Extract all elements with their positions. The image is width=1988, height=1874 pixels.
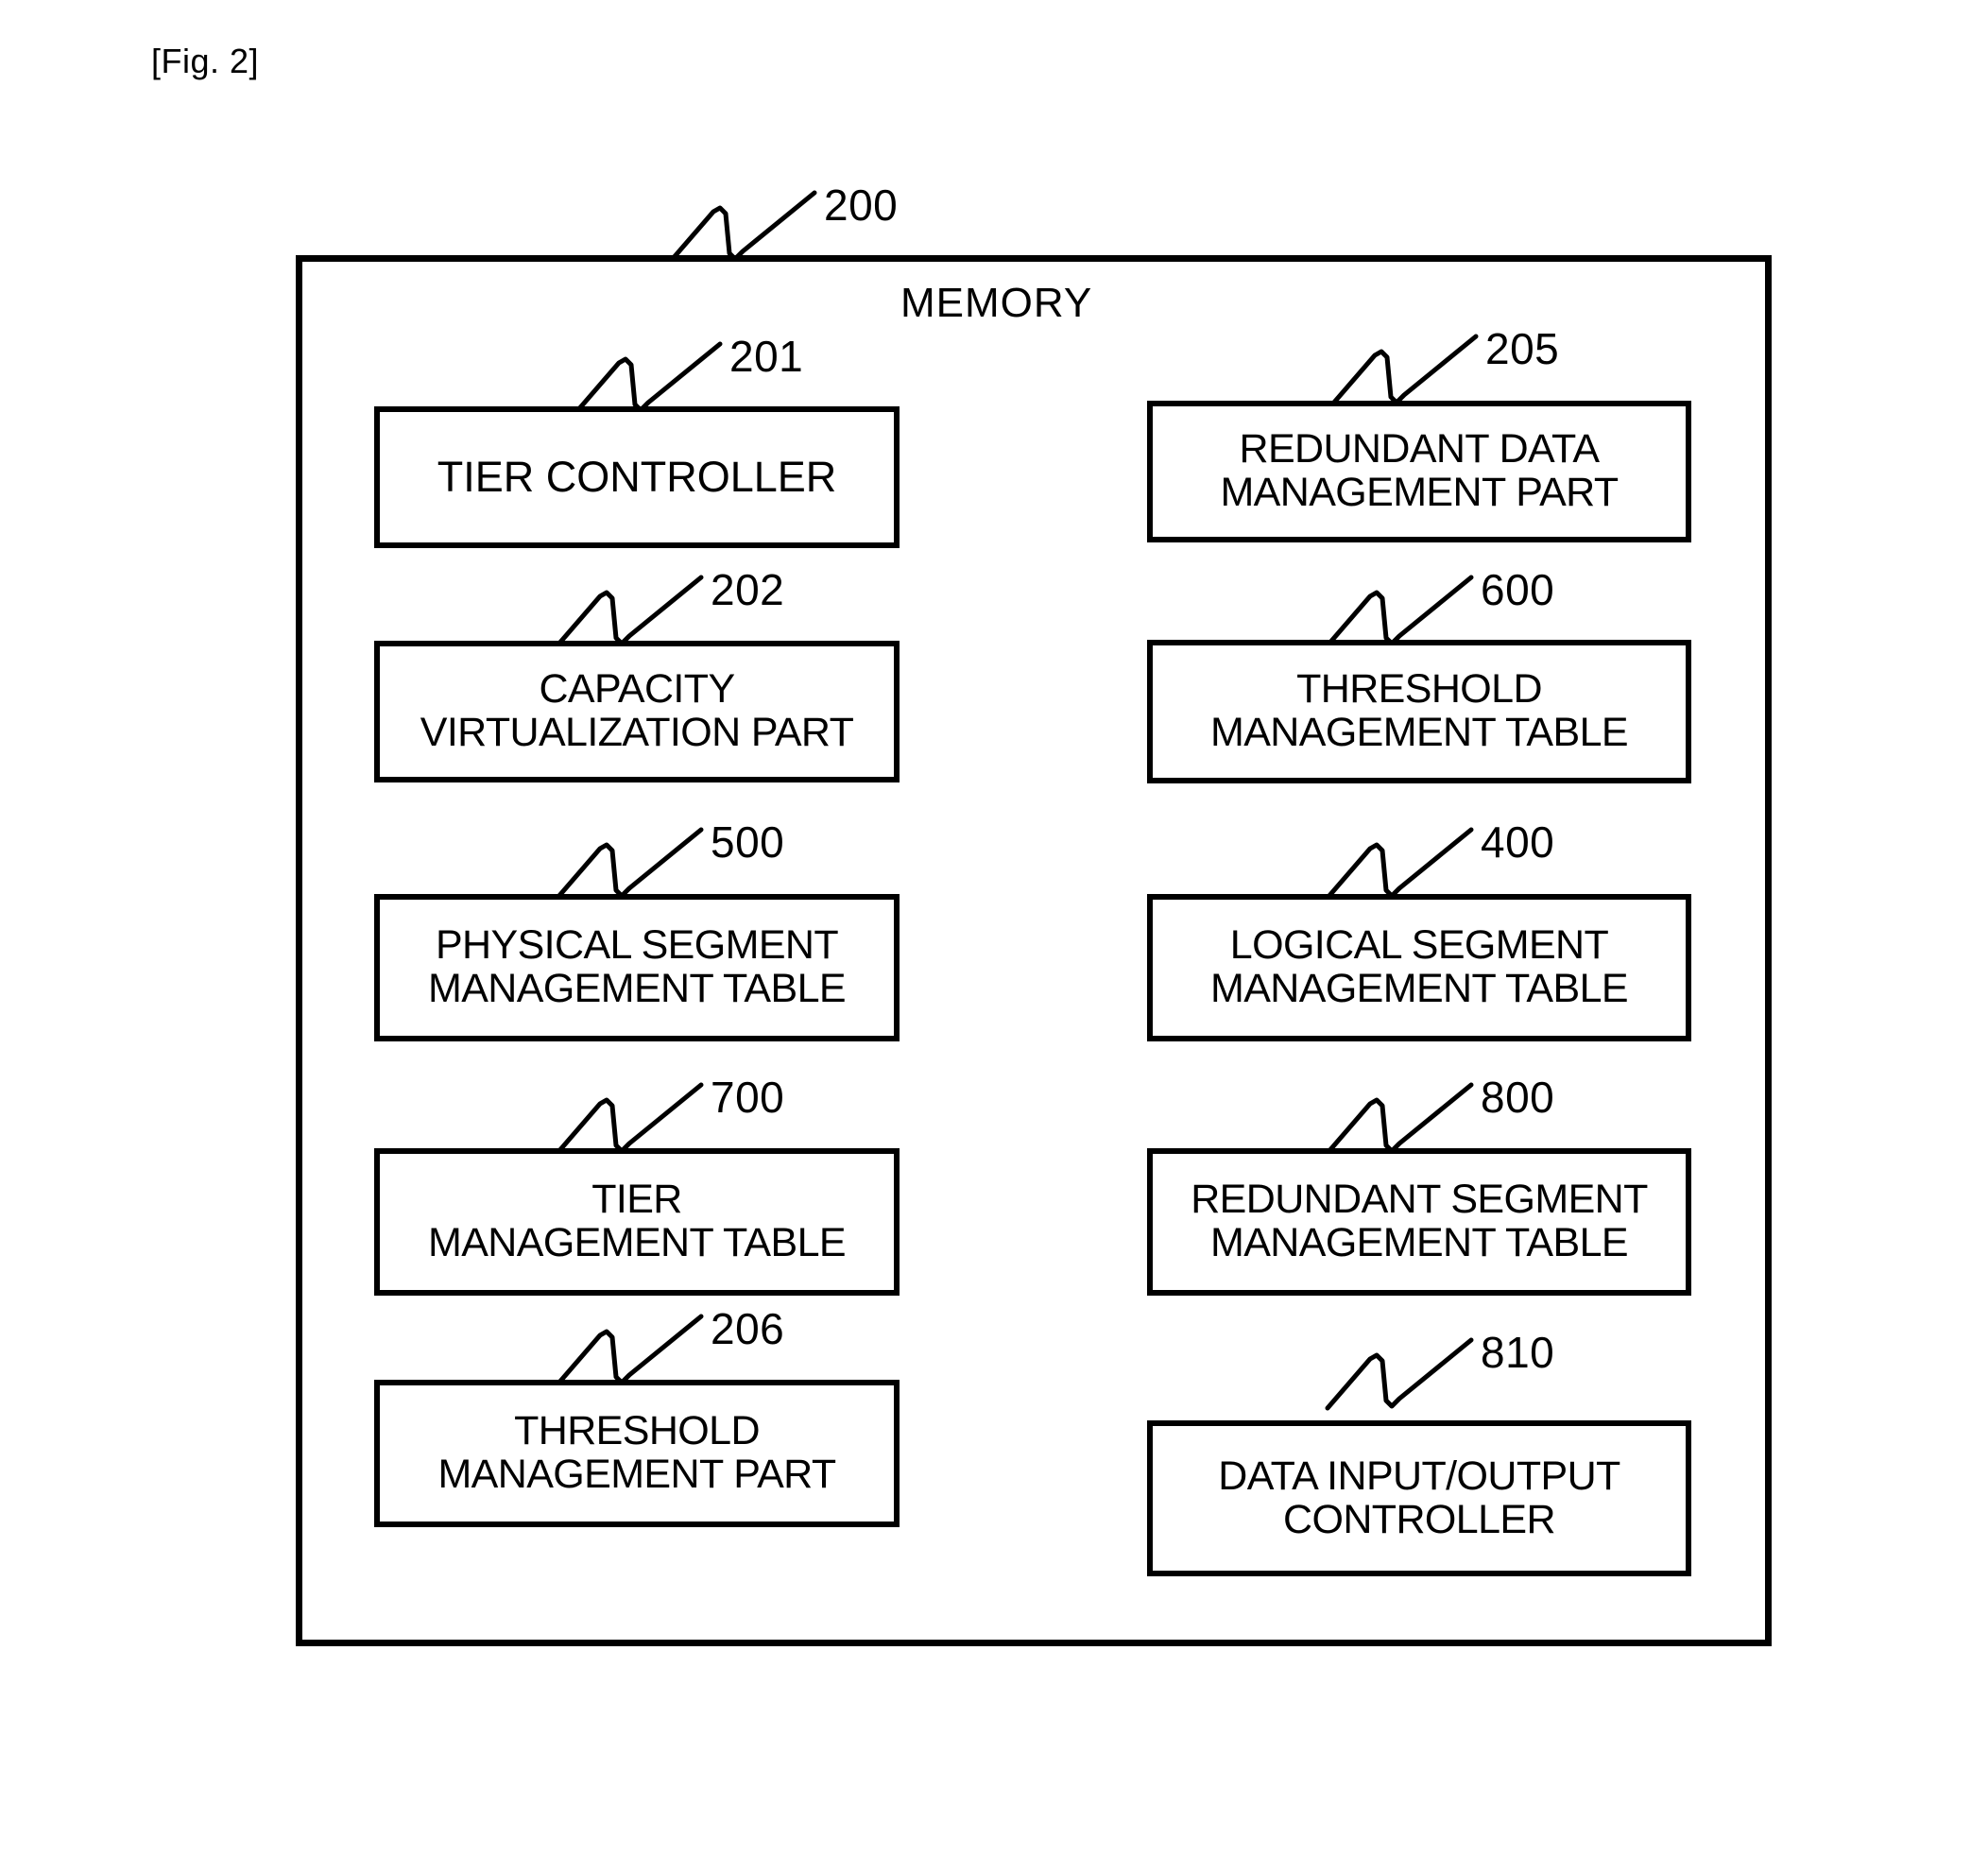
figure-label: [Fig. 2] bbox=[151, 42, 260, 80]
box-label-line-1: TIER bbox=[591, 1177, 682, 1223]
box-label-line-2: VIRTUALIZATION PART bbox=[420, 710, 854, 755]
box-label-line-2: MANAGEMENT PART bbox=[437, 1452, 836, 1497]
box-redundant-segment-management-table[interactable]: REDUNDANT SEGMENT MANAGEMENT TABLE bbox=[1147, 1148, 1691, 1296]
box-label-line-2: MANAGEMENT TABLE bbox=[427, 1220, 847, 1265]
box-label-line-1: REDUNDANT DATA bbox=[1239, 426, 1600, 473]
box-label-line-2: MANAGEMENT TABLE bbox=[1209, 966, 1629, 1011]
box-capacity-virtualization-part[interactable]: CAPACITY VIRTUALIZATION PART bbox=[374, 641, 900, 782]
box-physical-segment-management-table[interactable]: PHYSICAL SEGMENT MANAGEMENT TABLE bbox=[374, 894, 900, 1041]
box-threshold-management-table[interactable]: THRESHOLD MANAGEMENT TABLE bbox=[1147, 640, 1691, 783]
box-tier-controller[interactable]: TIER CONTROLLER bbox=[374, 406, 900, 548]
box-label-line-1: DATA INPUT/OUTPUT bbox=[1218, 1453, 1620, 1499]
box-tier-management-table[interactable]: TIER MANAGEMENT TABLE bbox=[374, 1148, 900, 1296]
figure-page: [Fig. 2] 200 MEMORY 201 TIER CONTROLLER … bbox=[0, 0, 1988, 1874]
memory-title: MEMORY bbox=[900, 280, 1093, 326]
box-threshold-management-part[interactable]: THRESHOLD MANAGEMENT PART bbox=[374, 1380, 900, 1527]
reference-number-200: 200 bbox=[824, 181, 899, 230]
box-label-line-1: TIER CONTROLLER bbox=[437, 453, 837, 502]
box-label-line-2: CONTROLLER bbox=[1283, 1496, 1555, 1542]
box-label-line-1: REDUNDANT SEGMENT bbox=[1191, 1177, 1648, 1223]
box-label-line-2: MANAGEMENT TABLE bbox=[427, 966, 847, 1011]
box-label-line-2: MANAGEMENT TABLE bbox=[1209, 1220, 1629, 1265]
box-label-line-1: THRESHOLD bbox=[514, 1408, 760, 1454]
box-data-input-output-controller[interactable]: DATA INPUT/OUTPUT CONTROLLER bbox=[1147, 1420, 1691, 1576]
box-label-line-1: LOGICAL SEGMENT bbox=[1229, 922, 1609, 969]
box-logical-segment-management-table[interactable]: LOGICAL SEGMENT MANAGEMENT TABLE bbox=[1147, 894, 1691, 1041]
box-label-line-1: CAPACITY bbox=[539, 666, 735, 713]
box-label-line-1: PHYSICAL SEGMENT bbox=[435, 922, 839, 969]
box-label-line-2: MANAGEMENT TABLE bbox=[1209, 710, 1629, 755]
box-label-line-1: THRESHOLD bbox=[1296, 666, 1542, 713]
box-redundant-data-management-part[interactable]: REDUNDANT DATA MANAGEMENT PART bbox=[1147, 401, 1691, 542]
box-label-line-2: MANAGEMENT PART bbox=[1220, 470, 1619, 515]
